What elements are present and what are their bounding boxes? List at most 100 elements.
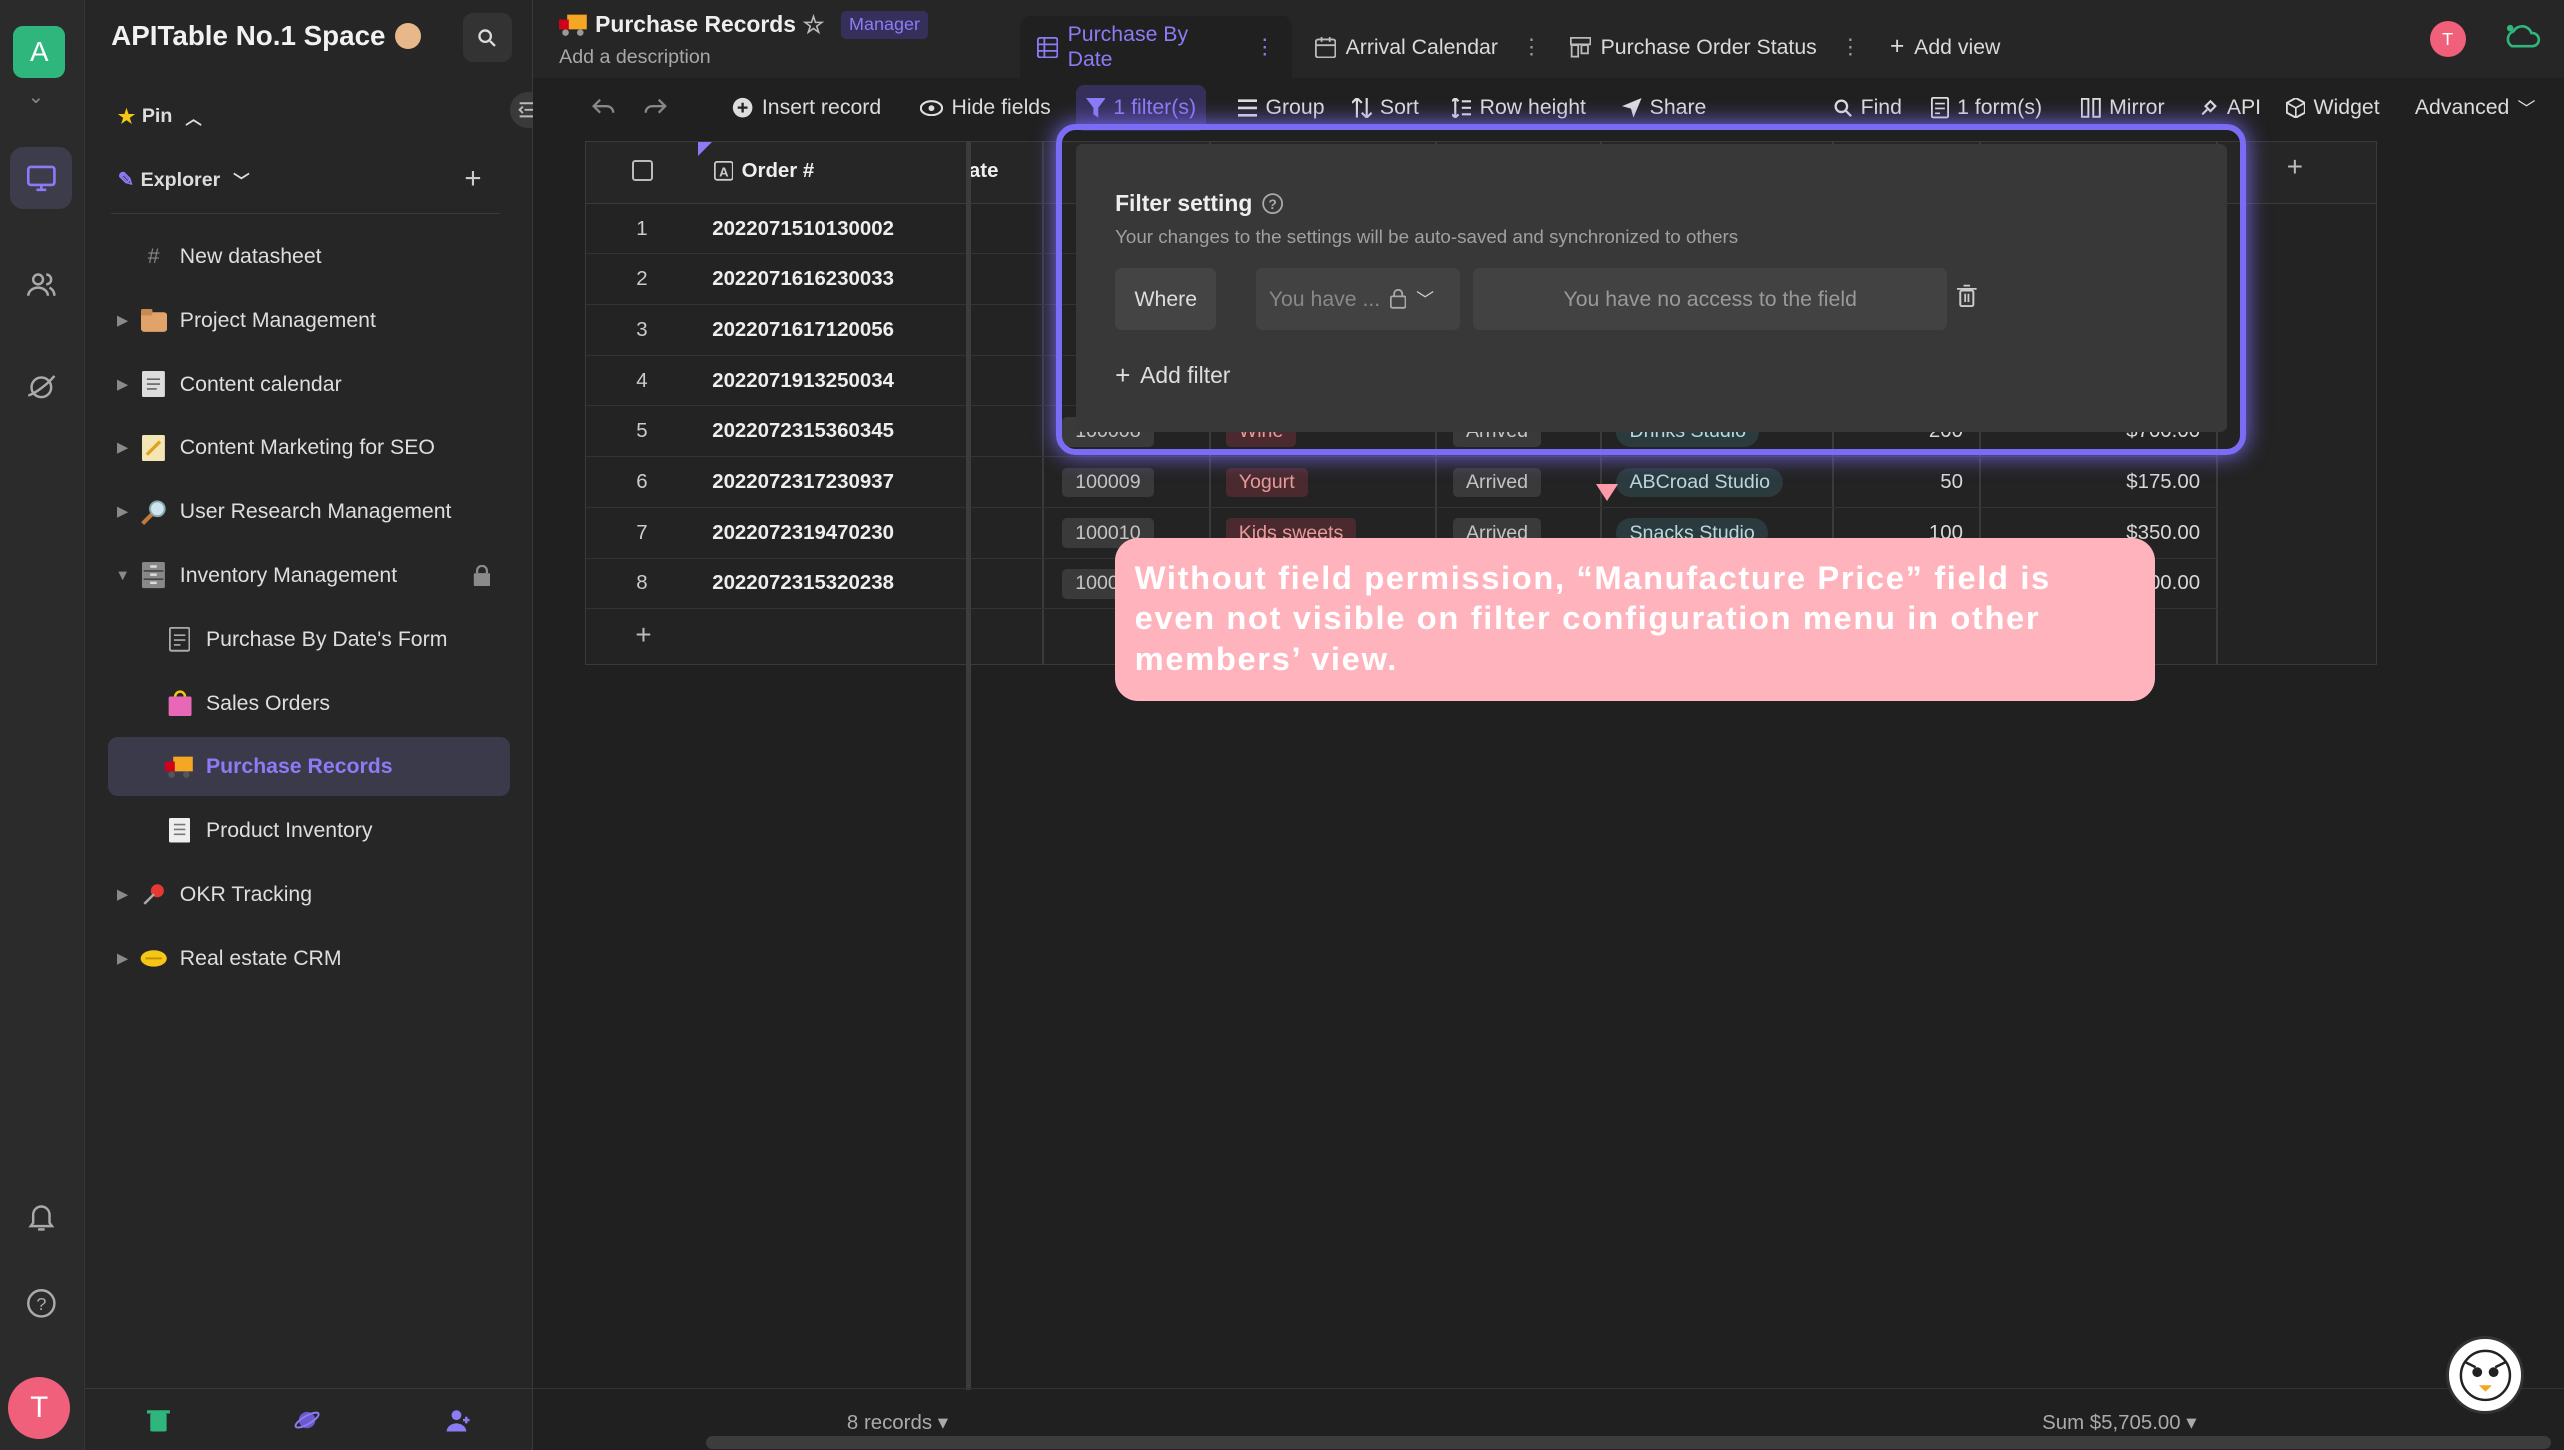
hide-fields-label: Hide fields xyxy=(951,95,1051,120)
order-cell[interactable]: 2022072315320238 xyxy=(712,559,974,610)
order-cell[interactable]: 2022071616230033 xyxy=(712,254,974,305)
tree-item-real-estate-crm[interactable]: ▶ Real estate CRM xyxy=(108,929,510,988)
template-planet-icon[interactable] xyxy=(294,1407,320,1433)
tree-item-purchase-records[interactable]: Purchase Records xyxy=(107,737,511,797)
order-cell[interactable]: 2022072315360345 xyxy=(712,406,974,457)
caret-right-icon: ▶ xyxy=(116,886,129,903)
tree-item-okr-tracking[interactable]: ▶ OKR Tracking xyxy=(108,865,510,924)
filter-value-field[interactable]: You have no access to the field xyxy=(1473,268,1948,331)
star-outline-icon[interactable]: ☆ xyxy=(803,10,825,40)
insert-record-button[interactable]: Insert record xyxy=(723,85,891,131)
help-icon[interactable]: ? xyxy=(1262,192,1284,214)
truck-icon xyxy=(163,750,196,783)
mirror-icon xyxy=(2081,98,2101,118)
advanced-button[interactable]: Advanced ﹀ xyxy=(2405,85,2545,131)
assistant-mascot-icon[interactable] xyxy=(2445,1335,2525,1415)
delete-filter-icon[interactable] xyxy=(1957,284,1977,308)
tree-item-label: Inventory Management xyxy=(179,563,398,587)
trash-icon[interactable] xyxy=(147,1407,171,1432)
folder-icon xyxy=(137,304,170,337)
more-icon[interactable]: ⋮ xyxy=(1521,35,1542,60)
order-cell[interactable]: 2022071510130002 xyxy=(712,204,974,255)
product-cell[interactable]: Yogurt xyxy=(1225,467,1308,498)
row-number: 8 xyxy=(636,572,648,595)
add-filter-button[interactable]: + Add filter xyxy=(1115,360,1230,391)
api-label: API xyxy=(2226,95,2262,120)
tree-item-sales-orders[interactable]: Sales Orders xyxy=(134,674,510,733)
search-icon[interactable] xyxy=(462,13,512,63)
row-number: 6 xyxy=(636,470,648,493)
undo-icon[interactable] xyxy=(582,85,624,131)
order-cell[interactable]: 2022071913250034 xyxy=(712,356,974,407)
help-icon[interactable]: ? xyxy=(10,1272,72,1334)
tree-item-label: New datasheet xyxy=(179,244,322,269)
datasheet-title[interactable]: Purchase Records ☆ Manager xyxy=(559,10,929,40)
more-icon[interactable]: ⋮ xyxy=(1840,35,1861,60)
hide-fields-button[interactable]: Hide fields xyxy=(911,85,1061,131)
filter-field-select[interactable]: You have ... ﹀ xyxy=(1255,268,1461,331)
record-count[interactable]: 8 records ▾ xyxy=(847,1410,948,1435)
workbench-icon[interactable] xyxy=(9,147,72,210)
add-field-button[interactable]: + xyxy=(2287,151,2303,183)
tree-item-user-research[interactable]: ▶ User Research Management xyxy=(108,482,510,541)
table-row[interactable]: 6 2022072317230937 100009 Yogurt Arrived… xyxy=(586,457,2219,508)
tree-item-label: Project Management xyxy=(179,307,376,332)
order-cell[interactable]: 2022072317230937 xyxy=(712,457,974,508)
cloud-sync-icon[interactable] xyxy=(2502,20,2545,53)
price-sum[interactable]: Sum $5,705.00 ▾ xyxy=(2042,1410,2196,1435)
members-icon[interactable] xyxy=(10,253,72,315)
select-all-checkbox[interactable] xyxy=(632,159,654,181)
tab-purchase-by-date[interactable]: Purchase By Date ⋮ xyxy=(1020,16,1292,79)
space-name[interactable]: APITable No.1 Space xyxy=(111,20,422,52)
group-icon xyxy=(1237,99,1258,117)
row-number: 3 xyxy=(636,318,648,341)
tree-item-content-calendar[interactable]: ▶ Content calendar xyxy=(108,355,510,414)
add-filter-label: Add filter xyxy=(1140,361,1231,388)
grid-view-icon xyxy=(1036,36,1058,59)
pin-section-toggle[interactable]: ★ Pin ︿ xyxy=(118,105,202,129)
redo-icon[interactable] xyxy=(634,85,676,131)
insert-record-label: Insert record xyxy=(761,95,882,120)
template-center-icon[interactable] xyxy=(10,356,72,418)
quantity-cell[interactable]: 50 xyxy=(1832,457,1963,508)
invite-member-icon[interactable] xyxy=(445,1407,471,1433)
order-cell[interactable]: 2022071617120056 xyxy=(712,305,974,356)
filter-label: 1 filter(s) xyxy=(1113,95,1197,120)
more-icon[interactable]: ⋮ xyxy=(1254,35,1275,60)
tab-purchase-order-status[interactable]: Purchase Order Status ⋮ xyxy=(1553,16,1877,78)
tree-item-content-marketing[interactable]: ▶ Content Marketing for SEO xyxy=(108,419,510,478)
tree-item-inventory-management[interactable]: ▼ Inventory Management xyxy=(108,546,510,605)
tree-item-new-datasheet[interactable]: # New datasheet xyxy=(108,227,510,286)
column-header-order[interactable]: A Order # xyxy=(713,160,814,183)
plus-icon: + xyxy=(1115,359,1131,390)
sort-label: Sort xyxy=(1379,95,1419,120)
horizontal-scrollbar[interactable] xyxy=(706,1435,2551,1449)
price-cell[interactable]: $175.00 xyxy=(1979,457,2200,508)
search-icon xyxy=(1834,99,1853,117)
chevron-down-icon[interactable]: ⌄ xyxy=(28,85,44,109)
add-row-button[interactable]: + xyxy=(635,619,651,651)
supplier-cell[interactable]: ABCroad Studio xyxy=(1616,467,1784,498)
widget-button[interactable]: Widget xyxy=(2276,85,2390,131)
form-icon xyxy=(163,623,196,656)
add-node-button[interactable]: + xyxy=(464,162,481,196)
add-view-button[interactable]: + Add view xyxy=(1874,16,2017,78)
tree-item-purchase-form[interactable]: Purchase By Date's Form xyxy=(134,610,510,669)
id-cell[interactable]: 100009 xyxy=(1062,467,1154,498)
app-root: A ⌄ ? T APITable No.1 Space ★ Pin ︿ ✎ Ex… xyxy=(0,0,2564,1450)
space-switcher[interactable]: A xyxy=(13,26,66,79)
order-cell[interactable]: 2022072319470230 xyxy=(712,508,974,559)
tree-item-product-inventory[interactable]: Product Inventory xyxy=(134,801,510,860)
filter-funnel-icon xyxy=(1085,98,1106,118)
description-field[interactable]: Add a description xyxy=(559,46,711,69)
status-cell[interactable]: Arrived xyxy=(1452,467,1542,498)
user-avatar[interactable]: T xyxy=(8,1376,71,1439)
tree-item-project-management[interactable]: ▶ Project Management xyxy=(108,291,510,350)
tree-item-label: Purchase Records xyxy=(205,754,393,779)
explorer-section-toggle[interactable]: ✎ Explorer ﹀ xyxy=(118,168,250,192)
collaborator-avatar[interactable]: T xyxy=(2429,21,2466,58)
tab-arrival-calendar[interactable]: Arrival Calendar ⋮ xyxy=(1298,16,1558,78)
tree-item-label: Product Inventory xyxy=(205,818,373,843)
column-header-date[interactable]: ate xyxy=(969,160,999,183)
notification-bell-icon[interactable] xyxy=(10,1185,72,1247)
